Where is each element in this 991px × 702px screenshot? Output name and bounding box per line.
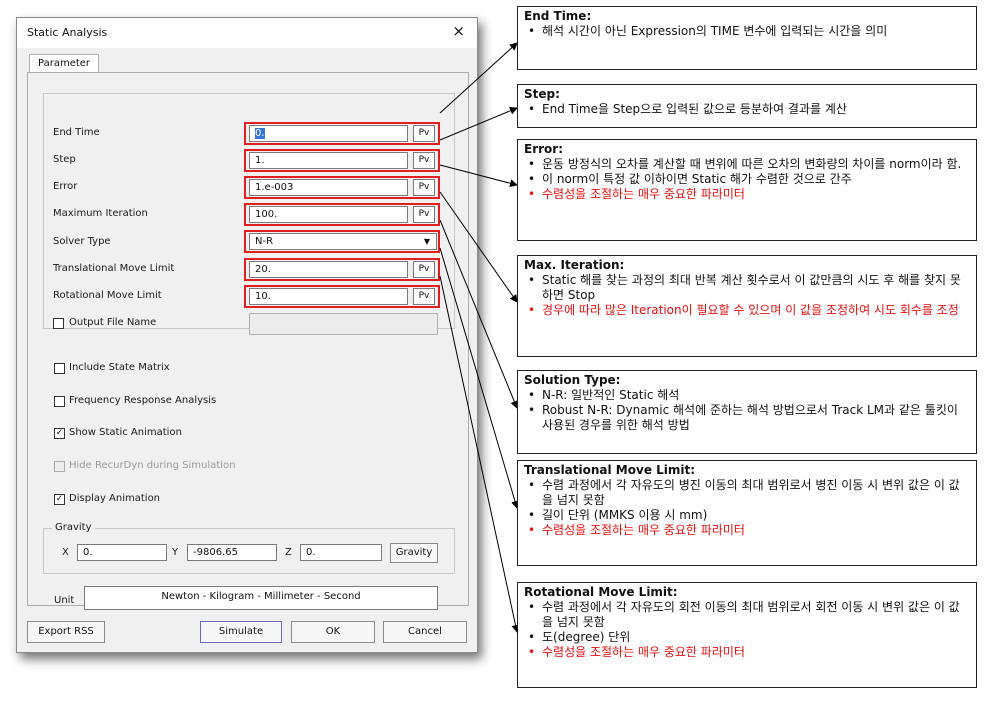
note-item: 운동 방정식의 오차를 계산할 때 변위에 따른 오차의 변화량의 차이를 no…	[524, 157, 970, 172]
arrow-translational	[439, 247, 519, 509]
note-title: Max. Iteration:	[524, 258, 625, 272]
arrow-end-time	[439, 42, 518, 114]
note-item: 해석 시간이 아닌 Expression의 TIME 변수에 입력되는 시간을 …	[524, 24, 970, 39]
note-title: Translational Move Limit:	[524, 463, 696, 477]
note-end-time: End Time: 해석 시간이 아닌 Expression의 TIME 변수에…	[517, 6, 977, 70]
note-title: End Time:	[524, 9, 592, 23]
note-item-important: 수렴성을 조절하는 매우 중요한 파라미터	[524, 645, 970, 660]
arrow-error	[439, 164, 518, 188]
note-item: 이 norm이 특정 값 이하이면 Static 해가 수렴한 것으로 간주	[524, 172, 970, 187]
note-step: Step: End Time을 Step으로 입력된 값으로 등분하여 결과를 …	[517, 84, 977, 128]
note-title: Rotational Move Limit:	[524, 585, 678, 599]
note-item-important: 수렴성을 조절하는 매우 중요한 파라미터	[524, 187, 970, 202]
note-item-important: 경우에 따라 많은 Iteration이 필요할 수 있으며 이 값을 조정하여…	[524, 303, 970, 318]
note-solution-type: Solution Type: N-R: 일반적인 Static 해석 Robus…	[517, 370, 977, 454]
arrow-rotational	[439, 275, 520, 633]
note-item: Static 해를 찾는 과정의 최대 반복 계산 횟수로서 이 값만큼의 시도…	[524, 273, 970, 303]
note-item: 수렴 과정에서 각 자유도의 병진 이동의 최대 범위로서 병진 이동 시 변위…	[524, 478, 970, 508]
note-item: 길이 단위 (MMKS 이용 시 mm)	[524, 508, 970, 523]
note-error: Error: 운동 방정식의 오차를 계산할 때 변위에 따른 오차의 변화량의…	[517, 139, 977, 241]
note-title: Error:	[524, 142, 563, 156]
note-item: 도(degree) 단위	[524, 630, 970, 645]
note-item: Robust N-R: Dynamic 해석에 준하는 해석 방법으로서 Tra…	[524, 403, 970, 433]
note-item: N-R: 일반적인 Static 해석	[524, 388, 970, 403]
arrow-solver	[439, 219, 519, 409]
note-title: Step:	[524, 87, 560, 101]
note-item-important: 수렴성을 조절하는 매우 중요한 파라미터	[524, 523, 970, 538]
note-max-iteration: Max. Iteration: Static 해를 찾는 과정의 최대 반복 계…	[517, 255, 977, 357]
arrow-step	[439, 106, 518, 141]
note-translational: Translational Move Limit: 수렴 과정에서 각 자유도의…	[517, 460, 977, 566]
note-rotational: Rotational Move Limit: 수렴 과정에서 각 자유도의 회전…	[517, 582, 977, 688]
note-title: Solution Type:	[524, 373, 621, 387]
note-item: 수렴 과정에서 각 자유도의 회전 이동의 최대 범위로서 회전 이동 시 변위…	[524, 600, 970, 630]
note-item: End Time을 Step으로 입력된 값으로 등분하여 결과를 계산	[524, 102, 970, 117]
